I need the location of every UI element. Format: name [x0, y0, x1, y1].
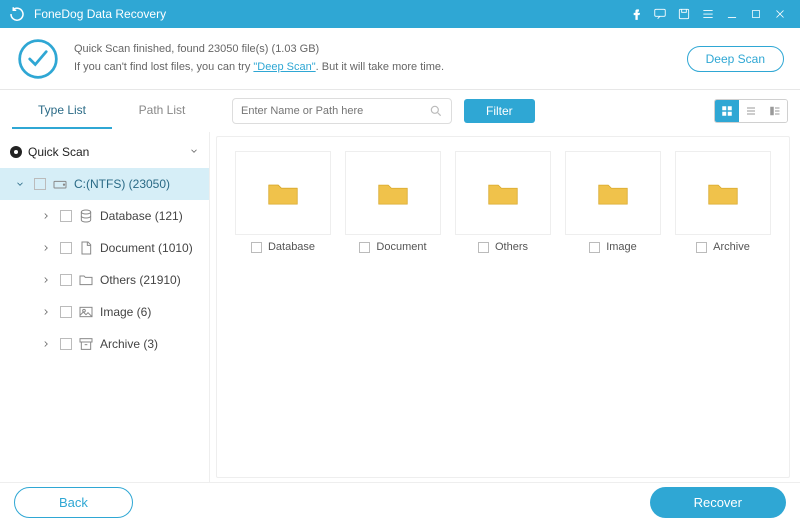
checkbox[interactable] [478, 242, 489, 253]
folder-item[interactable]: Document [345, 151, 441, 253]
view-grid-button[interactable] [715, 100, 739, 122]
folder-thumb [235, 151, 331, 235]
checkbox[interactable] [60, 242, 72, 254]
chevron-down-icon[interactable] [12, 179, 28, 189]
folder-item[interactable]: Archive [675, 151, 771, 253]
tree-drive-label: C:(NTFS) (23050) [74, 177, 170, 191]
view-list-button[interactable] [739, 100, 763, 122]
search-box[interactable] [232, 98, 452, 124]
view-switch [714, 99, 788, 123]
status-total-size: 1.03 GB [275, 43, 315, 55]
checkbox[interactable] [60, 338, 72, 350]
tree-item-archive[interactable]: Archive (3) [0, 328, 209, 360]
chevron-right-icon[interactable] [38, 307, 54, 317]
tree-root-label: Quick Scan [28, 145, 89, 159]
folder-thumb [455, 151, 551, 235]
view-detail-button[interactable] [763, 100, 787, 122]
search-icon [429, 104, 443, 118]
checkbox[interactable] [589, 242, 600, 253]
minimize-icon[interactable] [720, 0, 744, 28]
document-icon [78, 240, 94, 256]
drive-icon [52, 176, 68, 192]
main-area: Quick Scan C:(NTFS) (23050) Database (12… [0, 132, 800, 482]
bottom-bar: Back Recover [0, 482, 800, 522]
tree-item-database[interactable]: Database (121) [0, 200, 209, 232]
checkmark-icon [16, 37, 60, 81]
bullet-icon [10, 146, 22, 158]
titlebar: FoneDog Data Recovery [0, 0, 800, 28]
chevron-down-icon[interactable] [189, 145, 199, 159]
chevron-right-icon[interactable] [38, 339, 54, 349]
chevron-right-icon[interactable] [38, 275, 54, 285]
back-button[interactable]: Back [14, 487, 133, 518]
filter-button[interactable]: Filter [464, 99, 535, 123]
tree-item-image[interactable]: Image (6) [0, 296, 209, 328]
tree-item-label: Database (121) [100, 209, 183, 223]
tree-item-others[interactable]: Others (21910) [0, 264, 209, 296]
folder-thumb [565, 151, 661, 235]
folder-item[interactable]: Others [455, 151, 551, 253]
folder-label: Image [606, 241, 637, 253]
tree-item-label: Image (6) [100, 305, 151, 319]
folder-label: Others [495, 241, 528, 253]
app-title: FoneDog Data Recovery [34, 7, 166, 21]
tree-item-label: Archive (3) [100, 337, 158, 351]
database-icon [78, 208, 94, 224]
status-file-count: 23050 [208, 43, 239, 55]
status-text: Quick Scan finished, found 23050 file(s)… [74, 41, 687, 76]
folder-item[interactable]: Database [235, 151, 331, 253]
facebook-icon[interactable] [624, 0, 648, 28]
image-icon [78, 304, 94, 320]
save-icon[interactable] [672, 0, 696, 28]
folder-label: Document [376, 241, 426, 253]
close-icon[interactable] [768, 0, 792, 28]
tree-item-label: Others (21910) [100, 273, 181, 287]
tab-type-list[interactable]: Type List [12, 93, 112, 129]
recover-button[interactable]: Recover [650, 487, 786, 518]
status-line1-prefix: Quick Scan finished, found [74, 43, 208, 55]
maximize-icon[interactable] [744, 0, 768, 28]
folder-icon [78, 272, 94, 288]
tab-path-list[interactable]: Path List [112, 93, 212, 129]
chevron-right-icon[interactable] [38, 243, 54, 253]
checkbox[interactable] [251, 242, 262, 253]
tree-root-quick-scan[interactable]: Quick Scan [0, 136, 209, 168]
folder-grid: Database Document Others Image Archive [235, 151, 771, 253]
feedback-icon[interactable] [648, 0, 672, 28]
deep-scan-link[interactable]: "Deep Scan" [253, 61, 315, 73]
tree-item-document[interactable]: Document (1010) [0, 232, 209, 264]
search-input[interactable] [241, 105, 429, 117]
status-strip: Quick Scan finished, found 23050 file(s)… [0, 28, 800, 90]
app-logo-icon [8, 5, 26, 23]
folder-label: Archive [713, 241, 750, 253]
folder-label: Database [268, 241, 315, 253]
tree-drive[interactable]: C:(NTFS) (23050) [0, 168, 209, 200]
menu-icon[interactable] [696, 0, 720, 28]
content-panel: Database Document Others Image Archive [216, 136, 790, 478]
sidebar-tabs: Type List Path List [12, 93, 212, 129]
folder-thumb [675, 151, 771, 235]
folder-item[interactable]: Image [565, 151, 661, 253]
toolbar: Type List Path List Filter [0, 90, 800, 132]
sidebar-tree: Quick Scan C:(NTFS) (23050) Database (12… [0, 132, 210, 482]
checkbox[interactable] [34, 178, 46, 190]
checkbox[interactable] [696, 242, 707, 253]
checkbox[interactable] [60, 274, 72, 286]
checkbox[interactable] [60, 210, 72, 222]
deep-scan-button[interactable]: Deep Scan [687, 46, 784, 72]
tree-item-label: Document (1010) [100, 241, 193, 255]
chevron-right-icon[interactable] [38, 211, 54, 221]
archive-icon [78, 336, 94, 352]
folder-thumb [345, 151, 441, 235]
checkbox[interactable] [359, 242, 370, 253]
checkbox[interactable] [60, 306, 72, 318]
